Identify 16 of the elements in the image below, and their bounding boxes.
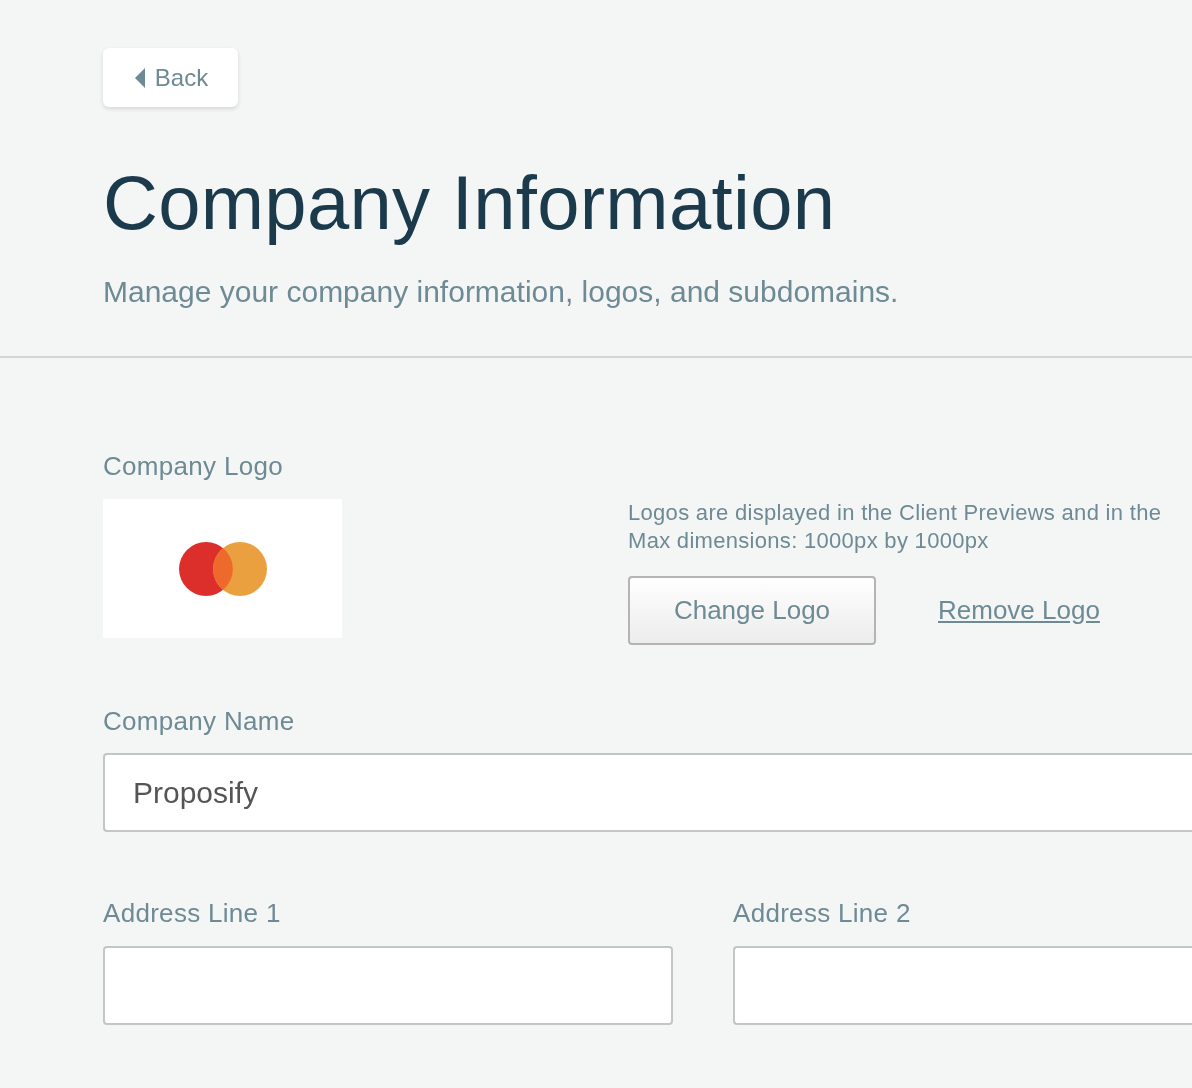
address-field[interactable] bbox=[733, 946, 1192, 1025]
caret-left-icon bbox=[134, 67, 145, 88]
change-logo-button[interactable]: Change Logo bbox=[628, 576, 876, 645]
address-label: Address Line 2 bbox=[733, 898, 912, 928]
logo-hint-text: Max dimensions: 1000px by 1000px bbox=[628, 527, 990, 555]
company-name-field[interactable]: Proposify bbox=[103, 753, 1192, 832]
address-label: Address Line 1 bbox=[103, 898, 282, 928]
remove-logo-link[interactable]: Remove Logo bbox=[938, 595, 1100, 626]
back-button[interactable]: Back bbox=[103, 48, 238, 107]
overlapping-circles-icon bbox=[177, 540, 268, 597]
address-field[interactable] bbox=[103, 946, 673, 1025]
company-logo-label: Company Logo bbox=[103, 451, 284, 481]
logo-hint-text: Logos are displayed in the Client Previews and in the bbox=[628, 499, 1163, 527]
page-title: Company Information bbox=[103, 161, 837, 245]
company-name-label: Company Name bbox=[103, 706, 296, 736]
page-subtitle: Manage your company information, logos, and subdomains. bbox=[103, 275, 900, 309]
